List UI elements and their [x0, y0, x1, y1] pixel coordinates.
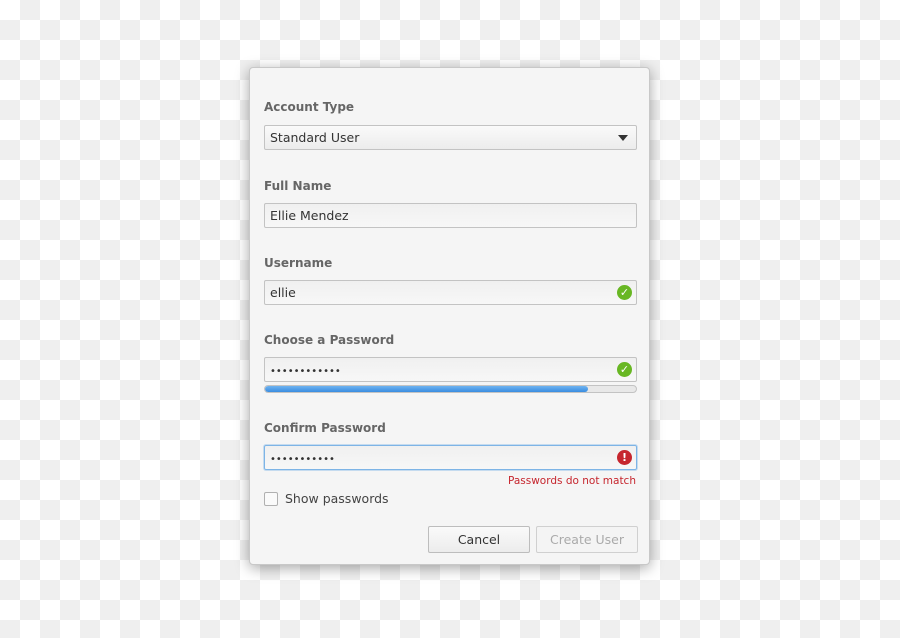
password-label: Choose a Password	[264, 333, 395, 347]
check-circle-icon: ✓	[617, 285, 632, 300]
confirm-password-label: Confirm Password	[264, 421, 386, 435]
check-circle-icon: ✓	[617, 362, 632, 377]
account-type-value: Standard User	[270, 130, 360, 145]
full-name-value: Ellie Mendez	[270, 208, 349, 223]
account-type-dropdown[interactable]: Standard User	[264, 125, 637, 150]
account-type-label: Account Type	[264, 100, 355, 114]
confirm-password-value: •••••••••••	[270, 454, 335, 465]
username-label: Username	[264, 256, 333, 270]
password-mismatch-error: Passwords do not match	[507, 475, 636, 487]
confirm-password-input[interactable]: ••••••••••• !	[264, 445, 637, 470]
password-input[interactable]: •••••••••••• ✓	[264, 357, 637, 382]
dropdown-arrow-icon	[618, 135, 628, 141]
password-strength-bar	[264, 385, 637, 393]
username-input[interactable]: ellie ✓	[264, 280, 637, 305]
create-user-dialog: Account Type Standard User Full Name Ell…	[249, 67, 650, 565]
show-passwords-label: Show passwords	[285, 491, 389, 506]
error-icon: !	[617, 450, 632, 465]
full-name-label: Full Name	[264, 179, 332, 193]
password-value: ••••••••••••	[270, 366, 341, 377]
create-user-button[interactable]: Create User	[536, 526, 638, 553]
username-value: ellie	[270, 285, 296, 300]
password-strength-fill	[265, 386, 588, 392]
show-passwords-checkbox[interactable]: Show passwords	[264, 491, 389, 506]
cancel-button[interactable]: Cancel	[428, 526, 530, 553]
checkbox-box[interactable]	[264, 491, 278, 506]
full-name-input[interactable]: Ellie Mendez	[264, 203, 637, 228]
